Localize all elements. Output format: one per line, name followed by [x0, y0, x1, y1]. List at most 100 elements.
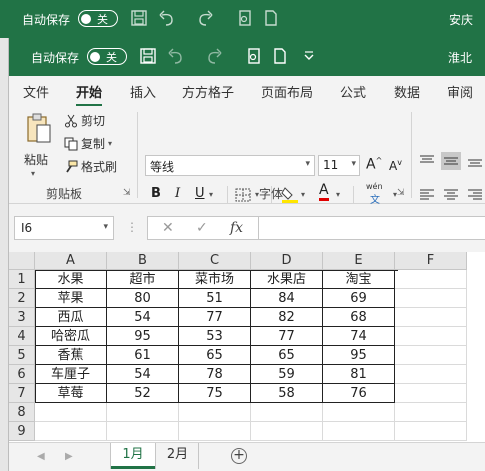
print-preview-icon[interactable]	[236, 9, 254, 27]
cell-a4[interactable]: 哈密瓜	[35, 327, 107, 346]
cut-button[interactable]: 剪切	[64, 112, 105, 129]
fill-color-dropdown-icon[interactable]: ▾	[301, 190, 305, 199]
underline-button[interactable]: U	[195, 186, 205, 201]
tab-formulas[interactable]: 公式	[340, 82, 366, 101]
paste-icon[interactable]	[25, 112, 53, 144]
tab-fangfang[interactable]: 方方格子	[182, 82, 234, 101]
cell-f2[interactable]	[395, 289, 467, 308]
row-header-9[interactable]: 9	[9, 422, 35, 441]
cell-d5[interactable]: 65	[251, 346, 323, 365]
cell-b6[interactable]: 54	[107, 365, 179, 384]
column-header-a[interactable]: A	[35, 252, 107, 270]
customize-toolbar-icon[interactable]	[303, 47, 315, 65]
cell-d3[interactable]: 82	[251, 308, 323, 327]
align-right-icon[interactable]	[467, 188, 483, 202]
cell-c1[interactable]: 菜市场	[179, 270, 251, 289]
cell-b8[interactable]	[107, 403, 179, 422]
tab-insert[interactable]: 插入	[130, 82, 156, 101]
cell-a8[interactable]	[35, 403, 107, 422]
cell-d6[interactable]: 59	[251, 365, 323, 384]
name-box[interactable]: I6 ▾	[14, 216, 114, 240]
cell-e7[interactable]: 76	[323, 384, 395, 403]
user-name[interactable]: 淮北	[448, 49, 472, 66]
row-header-3[interactable]: 3	[9, 308, 35, 327]
tab-file[interactable]: 文件	[23, 82, 49, 101]
cell-b4[interactable]: 95	[107, 327, 179, 346]
cell-d2[interactable]: 84	[251, 289, 323, 308]
tab-data[interactable]: 数据	[394, 82, 420, 101]
cell-c5[interactable]: 65	[179, 346, 251, 365]
cell-c8[interactable]	[179, 403, 251, 422]
cell-e3[interactable]: 68	[323, 308, 395, 327]
sheet-tab-jan[interactable]: 1月	[111, 443, 155, 469]
back-user-name[interactable]: 安庆	[449, 11, 473, 28]
font-launcher-icon[interactable]: ⇲	[397, 188, 405, 198]
sheet-tab-feb[interactable]: 2月	[157, 443, 199, 469]
cell-c7[interactable]: 75	[179, 384, 251, 403]
cell-a7[interactable]: 草莓	[35, 384, 107, 403]
column-header-f[interactable]: F	[395, 252, 467, 270]
tab-page-layout[interactable]: 页面布局	[261, 82, 313, 101]
cell-f1[interactable]	[395, 270, 467, 289]
underline-dropdown-icon[interactable]: ▾	[209, 190, 213, 199]
next-sheet-arrow-icon[interactable]: ▶	[65, 451, 73, 462]
save-icon[interactable]	[130, 9, 148, 27]
paste-dropdown-icon[interactable]: ▾	[31, 169, 35, 178]
font-size-combobox[interactable]: 11 ▾	[318, 155, 360, 176]
cell-d7[interactable]: 58	[251, 384, 323, 403]
align-center-icon[interactable]	[443, 188, 459, 202]
cell-b7[interactable]: 52	[107, 384, 179, 403]
cell-e1[interactable]: 淘宝	[323, 270, 395, 289]
cancel-icon[interactable]: ✕	[162, 220, 174, 236]
row-header-4[interactable]: 4	[9, 327, 35, 346]
cell-b5[interactable]: 61	[107, 346, 179, 365]
cell-d8[interactable]	[251, 403, 323, 422]
row-header-5[interactable]: 5	[9, 346, 35, 365]
cell-f5[interactable]	[395, 346, 467, 365]
cell-f7[interactable]	[395, 384, 467, 403]
cell-f8[interactable]	[395, 403, 467, 422]
column-header-b[interactable]: B	[107, 252, 179, 270]
cell-a2[interactable]: 苹果	[35, 289, 107, 308]
redo-icon[interactable]	[205, 47, 223, 65]
cell-e4[interactable]: 74	[323, 327, 395, 346]
redo-icon[interactable]	[196, 9, 214, 27]
undo-icon[interactable]	[158, 9, 176, 27]
new-file-icon[interactable]	[271, 47, 289, 65]
cell-c3[interactable]: 77	[179, 308, 251, 327]
cell-b9[interactable]	[107, 422, 179, 441]
cell-a1[interactable]: 水果	[35, 270, 107, 289]
cell-a3[interactable]: 西瓜	[35, 308, 107, 327]
grow-font-button[interactable]: A^	[366, 156, 382, 173]
align-top-icon[interactable]	[419, 154, 435, 168]
font-color-button[interactable]: A	[319, 183, 329, 201]
cell-e6[interactable]: 81	[323, 365, 395, 384]
italic-button[interactable]: I	[175, 186, 180, 201]
new-file-icon[interactable]	[262, 9, 280, 27]
cell-e8[interactable]	[323, 403, 395, 422]
format-painter-button[interactable]: 格式刷	[64, 158, 117, 175]
cell-b3[interactable]: 54	[107, 308, 179, 327]
shrink-font-button[interactable]: Av	[389, 158, 402, 173]
undo-icon[interactable]	[167, 47, 185, 65]
cell-a9[interactable]	[35, 422, 107, 441]
phonetic-button[interactable]: wén 文	[366, 182, 383, 206]
cell-e5[interactable]: 95	[323, 346, 395, 365]
row-header-6[interactable]: 6	[9, 365, 35, 384]
align-left-icon[interactable]	[419, 188, 435, 202]
font-name-combobox[interactable]: 等线 ▾	[145, 155, 315, 176]
cell-a6[interactable]: 车厘子	[35, 365, 107, 384]
cell-b2[interactable]: 80	[107, 289, 179, 308]
cell-e9[interactable]	[323, 422, 395, 441]
worksheet-grid[interactable]: A B C D E F 1 水果 超市 菜市场 水果店 淘宝 2 苹果 80 51 84 69 3 西瓜 54 77 82 6…	[9, 252, 485, 442]
cell-e2[interactable]: 69	[323, 289, 395, 308]
clipboard-launcher-icon[interactable]: ⇲	[123, 188, 131, 198]
select-all-corner[interactable]	[9, 252, 35, 270]
cell-c2[interactable]: 51	[179, 289, 251, 308]
column-header-c[interactable]: C	[179, 252, 251, 270]
row-header-8[interactable]: 8	[9, 403, 35, 422]
formula-input[interactable]	[259, 216, 485, 240]
row-header-2[interactable]: 2	[9, 289, 35, 308]
save-icon[interactable]	[139, 47, 157, 65]
cell-f3[interactable]	[395, 308, 467, 327]
